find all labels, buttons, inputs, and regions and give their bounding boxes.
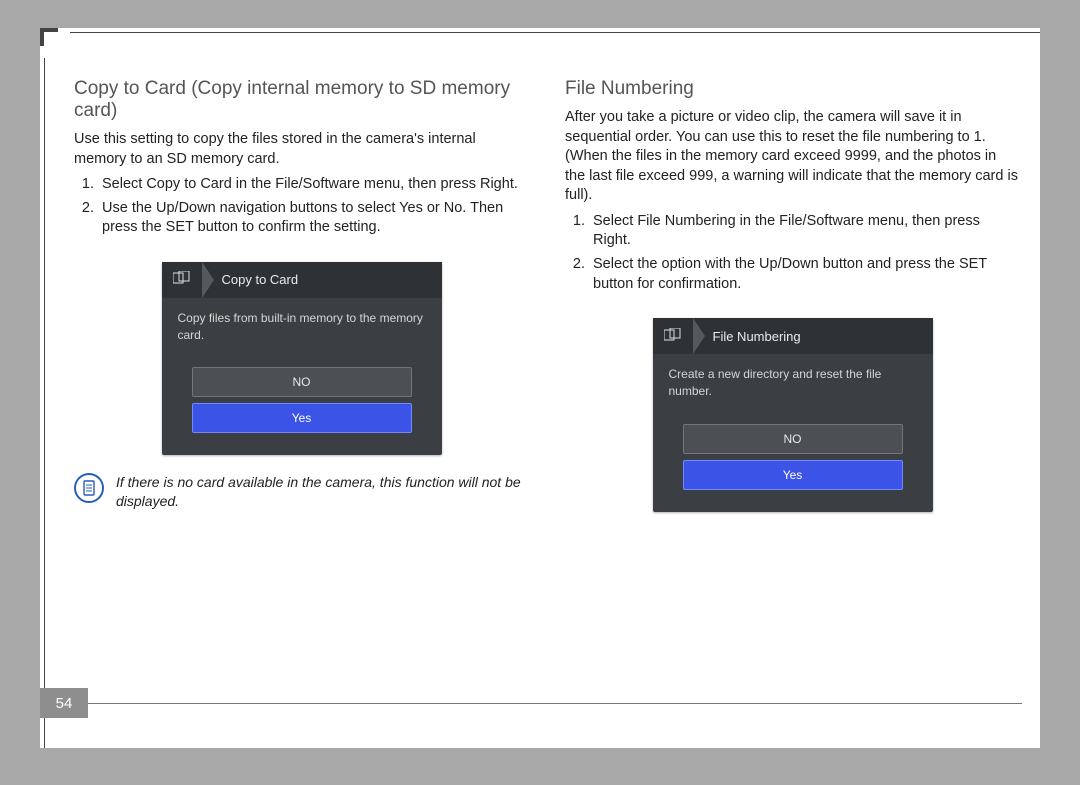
intro-text: After you take a picture or video clip, … <box>565 108 1020 206</box>
note: If there is no card available in the cam… <box>74 473 529 511</box>
top-rule <box>70 32 1040 33</box>
camera-screen-copy: Copy to Card Copy files from built-in me… <box>162 262 442 456</box>
option-no[interactable]: NO <box>192 367 412 397</box>
sd-card-icon <box>653 328 693 345</box>
camera-description: Copy files from built-in memory to the m… <box>162 298 442 362</box>
option-yes[interactable]: Yes <box>192 403 412 433</box>
right-column: File Numbering After you take a picture … <box>565 78 1020 678</box>
step-item: Select Copy to Card in the File/Software… <box>98 175 529 195</box>
chevron-right-icon <box>202 262 214 298</box>
step-list: Select Copy to Card in the File/Software… <box>74 175 529 238</box>
manual-page: Copy to Card (Copy internal memory to SD… <box>40 28 1040 748</box>
camera-title: File Numbering <box>713 329 801 344</box>
heading-file-numbering: File Numbering <box>565 78 1020 100</box>
camera-header: Copy to Card <box>162 262 442 298</box>
intro-text: Use this setting to copy the files store… <box>74 130 529 169</box>
chevron-right-icon <box>693 318 705 354</box>
step-item: Select the option with the Up/Down butto… <box>589 255 1020 294</box>
page-footer: 54 <box>40 688 1040 718</box>
heading-copy-to-card: Copy to Card (Copy internal memory to SD… <box>74 78 529 122</box>
left-column: Copy to Card (Copy internal memory to SD… <box>74 78 529 678</box>
step-list: Select File Numbering in the File/Softwa… <box>565 212 1020 294</box>
camera-title: Copy to Card <box>222 272 299 287</box>
step-item: Use the Up/Down navigation buttons to se… <box>98 199 529 238</box>
camera-description: Create a new directory and reset the fil… <box>653 354 933 418</box>
step-item: Select File Numbering in the File/Softwa… <box>589 212 1020 251</box>
note-text: If there is no card available in the cam… <box>116 473 529 511</box>
corner-mark <box>40 28 58 46</box>
option-no[interactable]: NO <box>683 424 903 454</box>
page-number: 54 <box>40 688 88 718</box>
camera-header: File Numbering <box>653 318 933 354</box>
option-yes[interactable]: Yes <box>683 460 903 490</box>
camera-screen-file-numbering: File Numbering Create a new directory an… <box>653 318 933 512</box>
note-icon <box>74 473 104 503</box>
sd-card-icon <box>162 271 202 288</box>
left-rule <box>44 58 45 748</box>
footer-rule <box>88 703 1022 704</box>
